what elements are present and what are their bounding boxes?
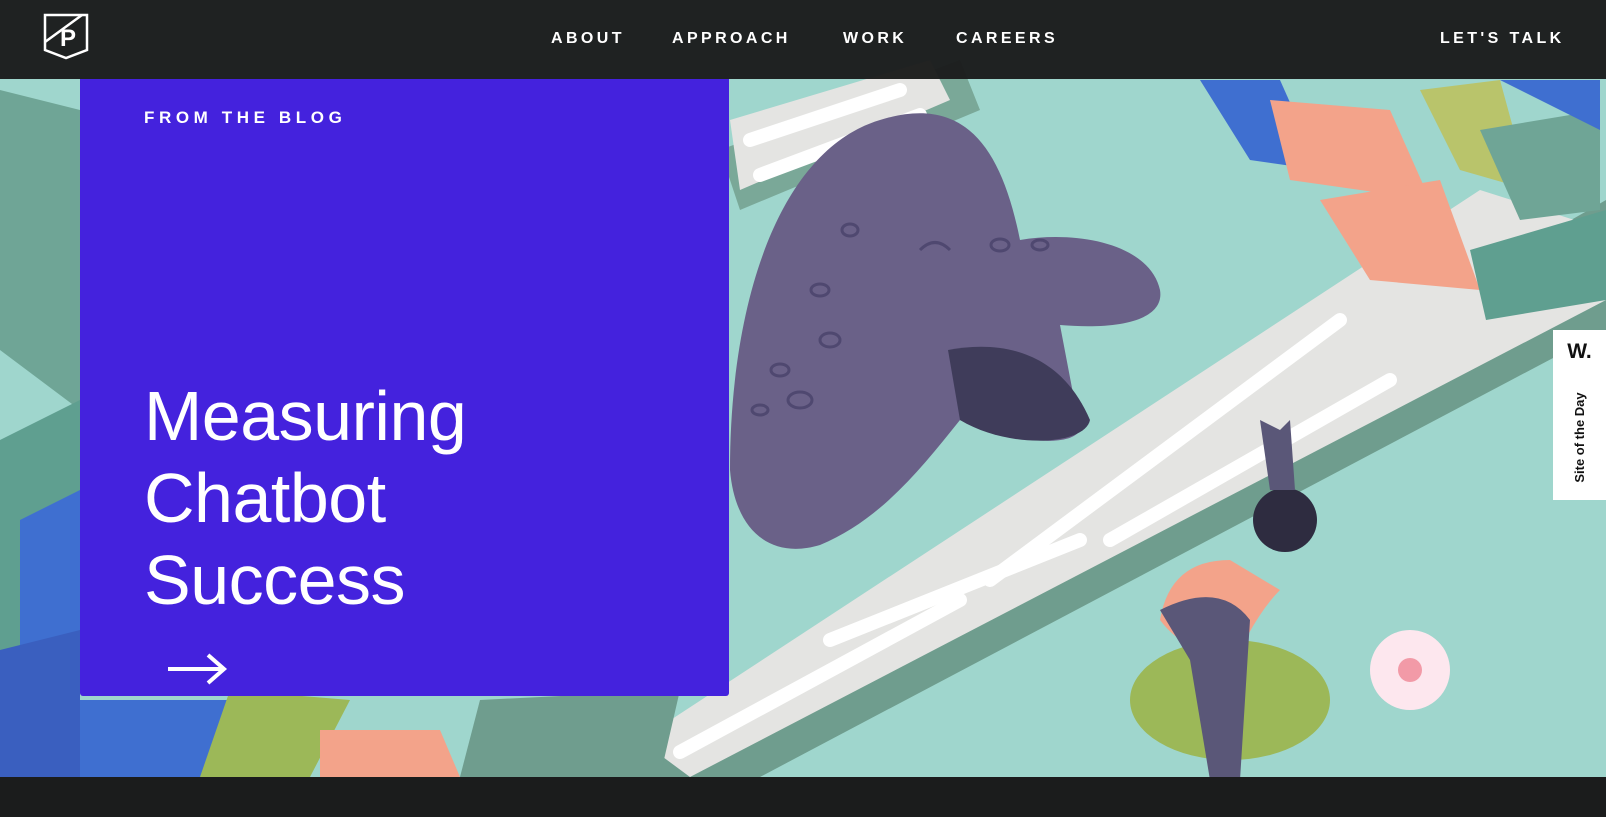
nav-link-about[interactable]: ABOUT [551, 27, 625, 51]
top-navigation: P ABOUT APPROACH WORK CAREERS LET'S TALK [0, 0, 1606, 79]
blog-eyebrow: FROM THE BLOG [144, 108, 347, 127]
site-of-the-day-label: Site of the Day [1572, 392, 1587, 483]
blog-headline-link[interactable]: Measuring Chatbot Success [144, 375, 664, 703]
headline-line-3: Success [144, 539, 664, 703]
arrow-right-icon [166, 621, 664, 703]
nav-link-approach[interactable]: APPROACH [672, 27, 791, 51]
headline-line-3-text: Success [144, 541, 406, 619]
site-of-the-day-badge[interactable]: W. Site of the Day [1553, 330, 1606, 500]
nav-links: ABOUT APPROACH WORK CAREERS LET'S TALK [0, 27, 1606, 51]
lets-talk-link[interactable]: LET'S TALK [1440, 27, 1565, 51]
blog-feature-card[interactable]: FROM THE BLOG Measuring Chatbot Success [80, 79, 729, 696]
headline-line-2: Chatbot [144, 459, 386, 537]
nav-link-work[interactable]: WORK [843, 27, 907, 51]
headline-line-1: Measuring [144, 377, 467, 455]
awwwards-mark: W. [1567, 340, 1592, 363]
nav-link-careers[interactable]: CAREERS [956, 27, 1058, 51]
footer-strip [0, 777, 1606, 817]
